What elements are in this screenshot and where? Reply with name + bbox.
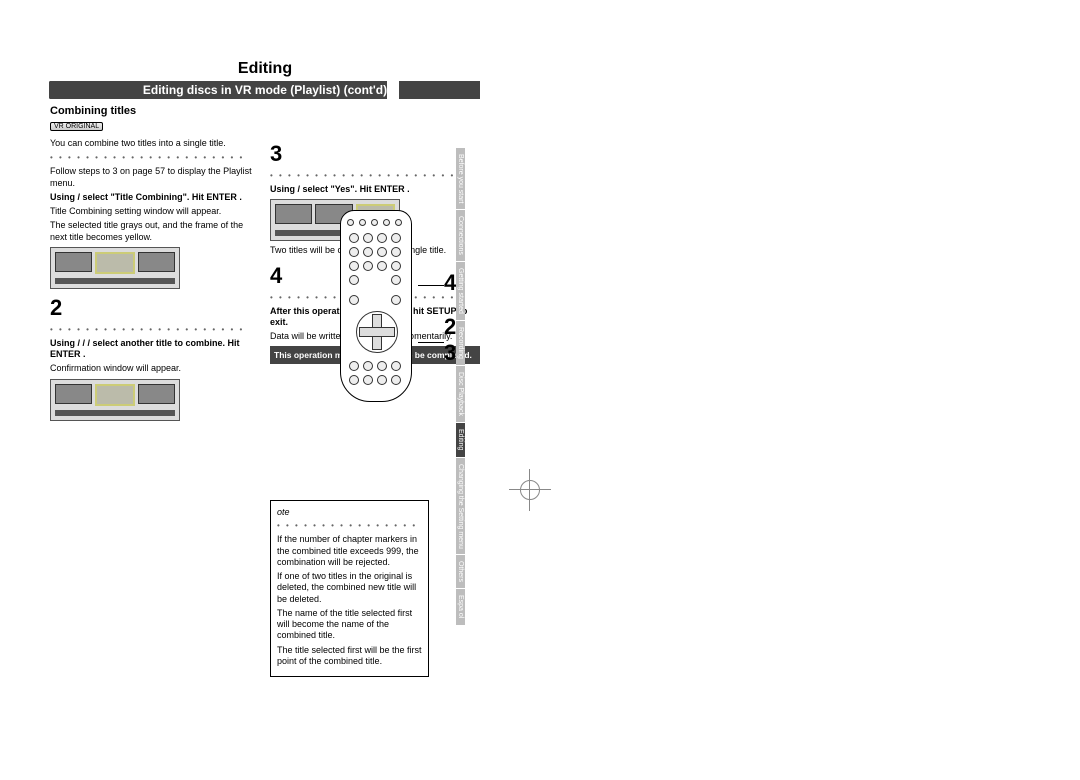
remote-button (391, 233, 401, 243)
remote-setup-button (349, 275, 359, 285)
callout-4: 4 (444, 270, 456, 296)
thumb-bar (55, 278, 175, 284)
remote-dpad (356, 311, 398, 353)
vr-badge: VR ORIGINAL (50, 122, 103, 131)
remote-body (340, 210, 412, 402)
note-bullet-4: The title selected first will be the fir… (277, 645, 422, 668)
remote-button (391, 375, 401, 385)
step-2-number: 2 (50, 295, 260, 321)
thumb (275, 204, 312, 224)
step1-followsteps: Follow steps to 3 on page 57 to display … (50, 166, 260, 189)
remote-button (349, 233, 359, 243)
step-3-number: 3 (270, 141, 480, 167)
thumb-selected (95, 384, 134, 406)
remote-button (349, 261, 359, 271)
remote-button (349, 247, 359, 257)
remote-button (377, 361, 387, 371)
remote-button (377, 375, 387, 385)
remote-button (363, 233, 373, 243)
divider-dots: • • • • • • • • • • • • • • • • • • • • … (50, 153, 260, 162)
note-box: ote • • • • • • • • • • • • • • • • If t… (270, 500, 429, 677)
thumb-bar (55, 410, 175, 416)
step1-result: Title Combining setting window will appe… (50, 206, 260, 217)
side-tabs: Before you start Connections Getting sta… (456, 148, 470, 626)
step3-instruction: Using / select "Yes". Hit ENTER . (270, 184, 480, 195)
thumb (55, 384, 92, 404)
callout-line (418, 285, 444, 286)
callout-line (418, 342, 444, 343)
remote-button (349, 295, 359, 305)
tab-espanol[interactable]: Espa ol (456, 589, 465, 624)
divider-dots: • • • • • • • • • • • • • • • • (277, 521, 422, 530)
remote-button (359, 219, 366, 226)
remote-illustration: 4 2 3 (340, 210, 456, 402)
thumb (138, 252, 175, 272)
step2-result: Confirmation window will appear. (50, 363, 260, 374)
callout-2: 2 (444, 314, 456, 340)
tab-recording[interactable]: Recording (456, 321, 465, 365)
column-left: You can combine two titles into a single… (50, 135, 260, 677)
remote-button (391, 275, 401, 285)
playlist-thumbnail-1 (50, 247, 180, 289)
step1-instruction: Using / select "Title Combining". Hit EN… (50, 192, 260, 203)
note-label: ote (277, 507, 422, 517)
remote-button (377, 247, 387, 257)
tab-getting-started[interactable]: Getting started (456, 262, 465, 320)
tab-others[interactable]: Others (456, 555, 465, 588)
intro-text: You can combine two titles into a single… (50, 138, 260, 149)
remote-button (363, 247, 373, 257)
note-bullet-2: If one of two titles in the original is … (277, 571, 422, 605)
thumb-selected (95, 252, 134, 274)
callout-3: 3 (444, 340, 456, 366)
page-title: Editing (50, 60, 480, 78)
tab-editing[interactable]: Editing (456, 423, 465, 456)
note-bullet-1: If the number of chapter markers in the … (277, 534, 422, 568)
remote-button (391, 247, 401, 257)
remote-button (363, 375, 373, 385)
remote-button (391, 261, 401, 271)
remote-button (383, 219, 390, 226)
tab-changing-setting[interactable]: Changing the Setting menu (456, 458, 465, 555)
thumb (138, 384, 175, 404)
divider-dots: • • • • • • • • • • • • • • • • • • • • … (50, 325, 260, 334)
divider-dots: • • • • • • • • • • • • • • • • • • • • … (270, 171, 480, 180)
remote-button (347, 219, 354, 226)
remote-callouts: 4 2 3 (418, 210, 456, 366)
registration-target (520, 480, 540, 500)
playlist-thumbnail-2 (50, 379, 180, 421)
page-subtitle: Editing discs in VR mode (Playlist) (con… (50, 81, 480, 99)
remote-button (395, 219, 402, 226)
remote-button (349, 375, 359, 385)
step1-grayout: The selected title grays out, and the fr… (50, 220, 260, 243)
note-bullet-3: The name of the title selected first wil… (277, 608, 422, 642)
remote-button (377, 233, 387, 243)
section-heading: Combining titles (50, 105, 480, 117)
thumb (55, 252, 92, 272)
tab-disc-playback[interactable]: Disc Playback (456, 366, 465, 422)
tab-before-you-start[interactable]: Before you start (456, 148, 465, 209)
remote-button (363, 261, 373, 271)
remote-button (363, 361, 373, 371)
step2-instruction: Using / / / select another title to comb… (50, 338, 260, 361)
tab-connections[interactable]: Connections (456, 210, 465, 261)
remote-button (371, 219, 378, 226)
section-heading-text: Combining titles (50, 105, 136, 117)
remote-button (349, 361, 359, 371)
remote-button (391, 295, 401, 305)
remote-button (377, 261, 387, 271)
remote-button (391, 361, 401, 371)
